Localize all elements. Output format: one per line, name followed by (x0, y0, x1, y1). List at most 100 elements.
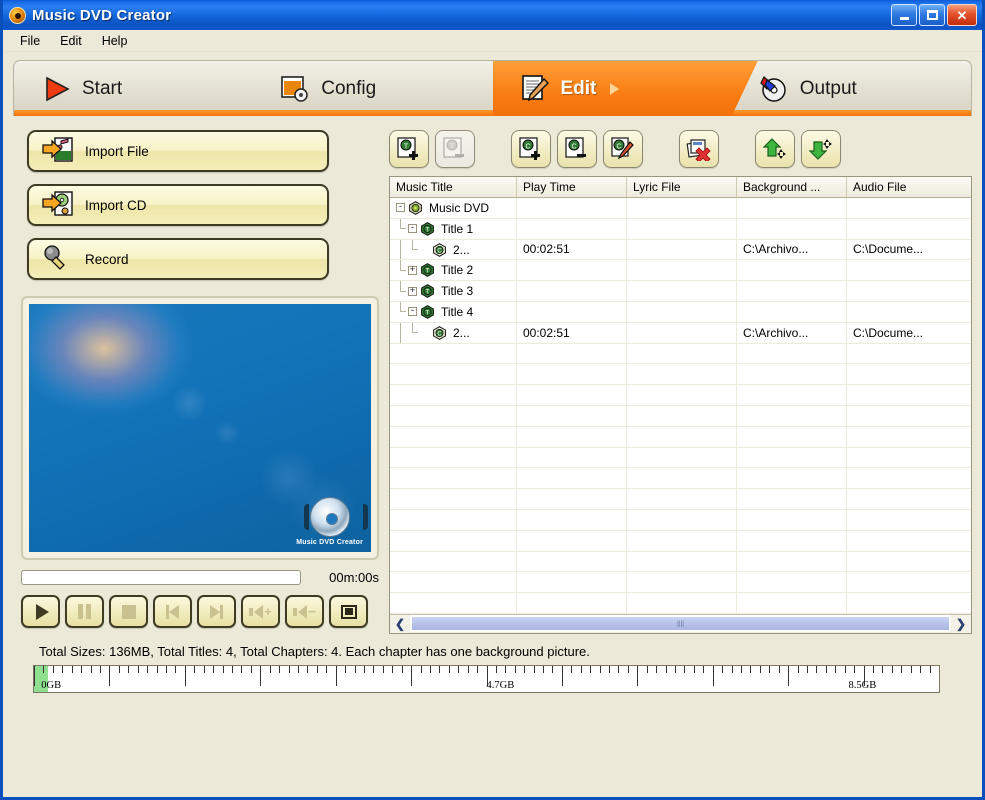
next-icon (210, 604, 223, 619)
expand-icon[interactable]: + (408, 286, 417, 296)
tab-edit[interactable]: Edit (492, 61, 732, 116)
column-header-lyric-file[interactable]: Lyric File (627, 177, 737, 197)
import-cd-button[interactable]: Import CD (27, 184, 329, 226)
move-up-button[interactable] (755, 130, 795, 168)
tree-row-empty[interactable] (390, 509, 971, 531)
scroll-track[interactable]: ‖‖ (410, 615, 951, 633)
tree-row-empty[interactable] (390, 364, 971, 386)
remove-title-button[interactable]: T (435, 130, 475, 168)
menu-item-help[interactable]: Help (93, 32, 137, 50)
maximize-button[interactable] (919, 4, 945, 26)
remove-chapter-button[interactable]: C (557, 130, 597, 168)
cell-empty (390, 509, 517, 530)
tab-output[interactable]: Output (732, 61, 971, 116)
tree-row[interactable]: - T Title 1 (390, 218, 971, 240)
ruler-tick (920, 666, 922, 673)
ruler-tick (524, 666, 526, 673)
import-file-button[interactable]: Import File (27, 130, 329, 172)
column-header-audio-file[interactable]: Audio File (847, 177, 947, 197)
ruler-tick (807, 666, 809, 673)
volume-up-button[interactable]: + (241, 595, 280, 628)
cell-empty (627, 509, 737, 530)
cell-empty (390, 572, 517, 593)
tab-active-arrow-icon (610, 82, 620, 95)
cell-empty (390, 385, 517, 405)
tree-row[interactable]: + T Title 2 (390, 260, 971, 282)
tab-edit-label: Edit (560, 77, 597, 99)
cell-music-title: - T Title 4 (390, 301, 517, 322)
tree-row-empty[interactable] (390, 489, 971, 510)
menu-item-file[interactable]: File (11, 32, 49, 50)
tree-row-empty[interactable] (390, 530, 971, 552)
tab-start[interactable]: Start (14, 61, 253, 116)
ruler-tick (373, 666, 375, 673)
tab-config[interactable]: Config (253, 61, 492, 116)
tree-row-empty[interactable] (390, 385, 971, 406)
play-button[interactable] (21, 595, 60, 628)
ruler-tick (580, 666, 582, 673)
title-remove-icon: T (443, 137, 464, 158)
add-title-button[interactable]: T (389, 130, 429, 168)
fullscreen-button[interactable] (329, 595, 368, 628)
ruler-tick (288, 666, 290, 673)
cell-background: C:\Archivo... (737, 239, 847, 260)
tree-row-empty[interactable] (390, 551, 971, 573)
next-button[interactable] (197, 595, 236, 628)
expand-icon[interactable]: + (408, 265, 417, 275)
minimize-button[interactable] (891, 4, 917, 26)
pause-button[interactable] (65, 595, 104, 628)
collapse-icon[interactable]: - (408, 307, 417, 317)
tree-row-empty[interactable] (390, 572, 971, 594)
tree-row[interactable]: C 2... 00:02:51 C:\Archivo... C:\Docume... (390, 239, 971, 261)
ruler-tick (43, 666, 45, 673)
tree-row[interactable]: + T Title 3 (390, 281, 971, 302)
ruler-tick (156, 666, 158, 673)
column-header-background[interactable]: Background ... (737, 177, 847, 197)
add-chapter-button[interactable]: C (511, 130, 551, 168)
ruler-tick (231, 666, 233, 673)
scroll-left-arrow-icon[interactable]: ❮ (391, 614, 409, 633)
cell-empty (517, 426, 627, 447)
tree-row-empty[interactable] (390, 405, 971, 427)
previous-button[interactable] (153, 595, 192, 628)
ruler-tick (618, 666, 620, 673)
tree-row-empty[interactable] (390, 468, 971, 490)
cell-empty (517, 405, 627, 426)
collapse-icon[interactable]: - (396, 203, 405, 213)
close-button[interactable]: ✕ (947, 4, 977, 26)
delete-all-button[interactable] (679, 130, 719, 168)
toolbar-separator-2 (649, 130, 673, 168)
collapse-icon[interactable]: - (408, 224, 417, 234)
move-down-button[interactable] (801, 130, 841, 168)
cell-lyric-file (627, 281, 737, 301)
ruler-tick (118, 666, 120, 673)
cell-lyric-file (627, 301, 737, 322)
tree-row-empty[interactable] (390, 343, 971, 365)
preview-screen[interactable]: Music DVD Creator (29, 304, 371, 552)
tree-row[interactable]: - T Title 4 (390, 301, 971, 323)
tree-row-empty[interactable] (390, 593, 971, 614)
ruler-tick (722, 666, 724, 673)
tree-row-label: Title 1 (441, 221, 474, 236)
ruler-tick (693, 666, 695, 673)
ruler-tick (354, 666, 356, 673)
scroll-right-arrow-icon[interactable]: ❯ (952, 614, 970, 633)
edit-chapter-button[interactable]: C (603, 130, 643, 168)
seek-slider[interactable] (21, 570, 301, 585)
column-header-play-time[interactable]: Play Time (517, 177, 627, 197)
tree-guide-line (396, 322, 405, 343)
tree-row[interactable]: C 2... 00:02:51 C:\Archivo... C:\Docume... (390, 322, 971, 344)
volume-down-button[interactable]: − (285, 595, 324, 628)
tree-row[interactable]: - Music DVD (390, 198, 971, 219)
record-button[interactable]: Record (27, 238, 329, 280)
menu-item-edit[interactable]: Edit (51, 32, 91, 50)
stop-button[interactable] (109, 595, 148, 628)
column-header-music-title[interactable]: Music Title (390, 177, 517, 197)
cell-empty (627, 593, 737, 613)
tree-row-empty[interactable] (390, 447, 971, 469)
ruler-tick (646, 666, 648, 673)
scroll-thumb[interactable]: ‖‖ (411, 616, 950, 632)
capacity-ruler-wrapper: 0GB 4.7GB 8.5GB (33, 665, 940, 693)
tree-row-empty[interactable] (390, 426, 971, 448)
